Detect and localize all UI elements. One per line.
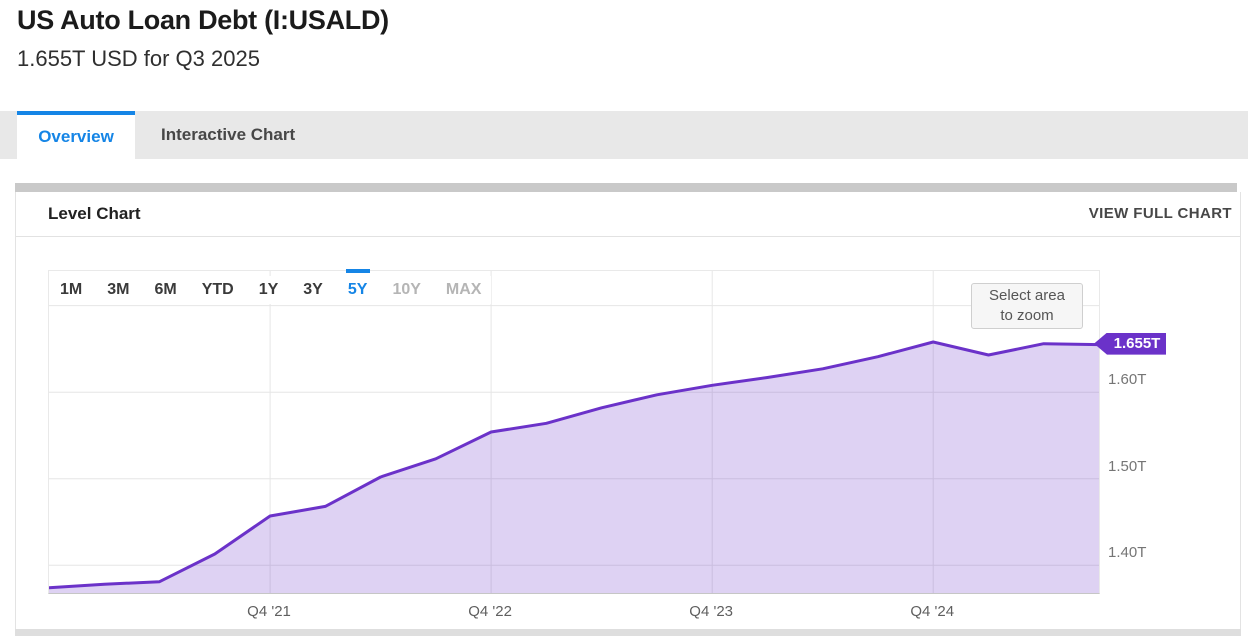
page-subtitle: 1.655T USD for Q3 2025 — [17, 46, 260, 71]
x-axis-label: Q4 '24 — [910, 603, 955, 620]
card-bottom-strip — [15, 629, 1241, 636]
zoom-hint-line2: to zoom — [1000, 307, 1054, 324]
view-full-chart-link[interactable]: VIEW FULL CHART — [1089, 205, 1232, 222]
range-option-5y[interactable]: 5Y — [348, 276, 368, 304]
x-axis-label: Q4 '21 — [247, 603, 291, 620]
page: US Auto Loan Debt (I:USALD) 1.655T USD f… — [0, 0, 1248, 636]
card-title: Level Chart — [48, 204, 141, 223]
range-option-max[interactable]: MAX — [446, 276, 482, 304]
range-option-ytd[interactable]: YTD — [202, 276, 234, 304]
select-area-to-zoom-hint: Select area to zoom — [971, 283, 1083, 329]
area-fill — [49, 342, 1099, 593]
card-header-divider — [16, 236, 1240, 237]
level-chart-svg[interactable] — [49, 271, 1099, 593]
zoom-hint-line1: Select area — [989, 287, 1065, 304]
card-top-strip — [15, 183, 1237, 192]
range-option-6m[interactable]: 6M — [154, 276, 176, 304]
page-title: US Auto Loan Debt (I:USALD) — [17, 5, 389, 35]
range-option-3m[interactable]: 3M — [107, 276, 129, 304]
range-option-3y[interactable]: 3Y — [303, 276, 323, 304]
tab-interactive-chart-label: Interactive Chart — [161, 125, 296, 144]
plot-area[interactable] — [48, 270, 1100, 594]
last-value-badge: 1.655T — [1094, 332, 1166, 355]
y-axis-label: 1.40T — [1108, 544, 1147, 562]
range-option-1y[interactable]: 1Y — [259, 276, 279, 304]
range-selector: 1M 3M 6M YTD 1Y 3Y 5Y 10Y MAX — [56, 276, 492, 304]
y-axis-label: 1.50T — [1108, 457, 1147, 475]
range-option-10y[interactable]: 10Y — [392, 276, 420, 304]
y-axis-label: 1.60T — [1108, 371, 1147, 389]
tab-overview-label: Overview — [38, 127, 114, 146]
tab-interactive-chart[interactable]: Interactive Chart — [135, 111, 321, 159]
range-option-1m[interactable]: 1M — [60, 276, 82, 304]
x-axis-label: Q4 '23 — [689, 603, 734, 620]
tab-bar: Overview Interactive Chart — [0, 111, 1248, 159]
x-axis-label: Q4 '22 — [468, 603, 512, 620]
tab-overview[interactable]: Overview — [17, 111, 135, 159]
